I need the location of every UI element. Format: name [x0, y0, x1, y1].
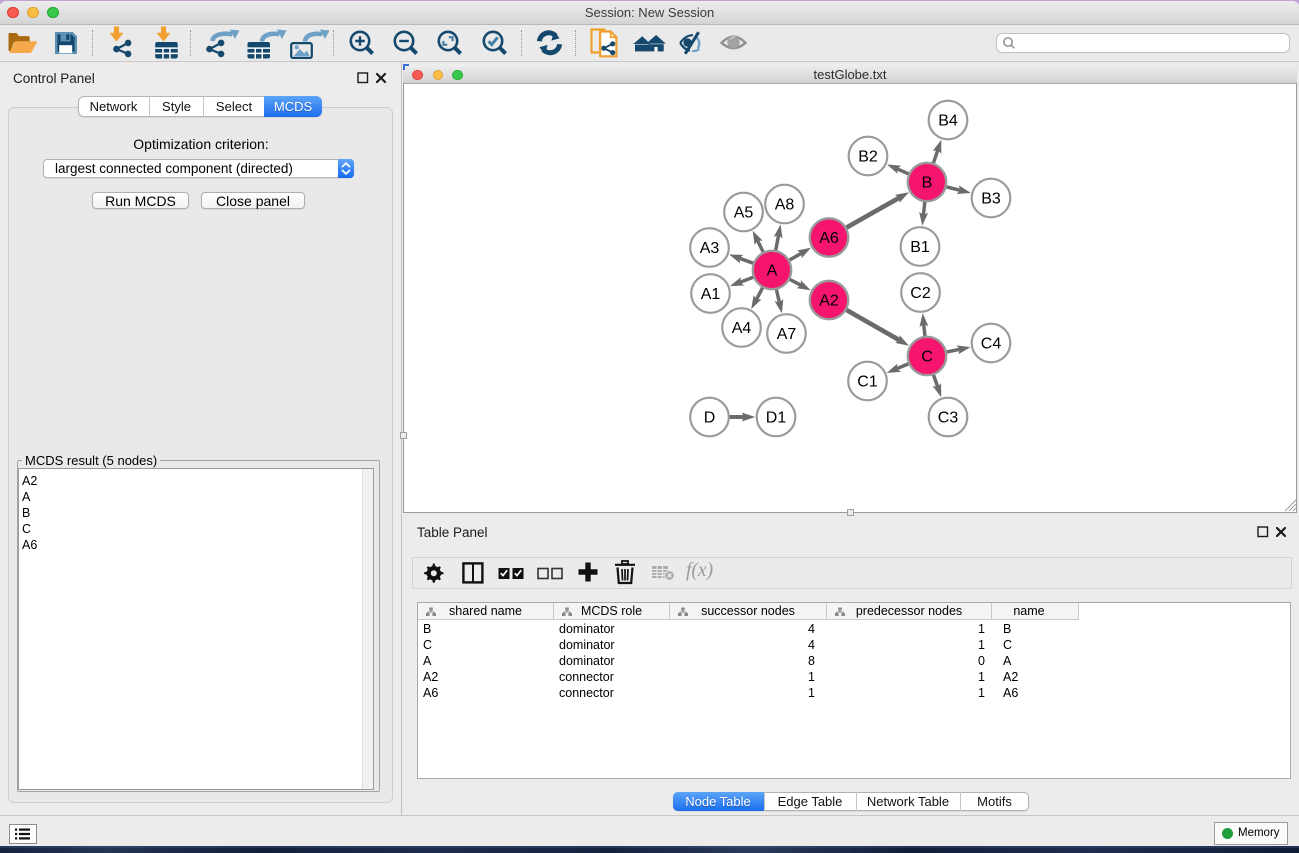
svg-text:A7: A7	[777, 326, 797, 343]
svg-text:C4: C4	[981, 336, 1002, 353]
svg-text:A2: A2	[819, 293, 839, 310]
svg-text:C: C	[921, 349, 933, 366]
svg-text:C1: C1	[857, 374, 878, 391]
svg-text:D1: D1	[766, 410, 787, 427]
svg-text:C3: C3	[938, 410, 959, 427]
svg-text:B4: B4	[938, 113, 958, 130]
svg-text:A8: A8	[775, 197, 795, 214]
svg-text:B1: B1	[910, 239, 930, 256]
svg-text:D: D	[704, 410, 716, 427]
svg-text:B2: B2	[858, 149, 878, 166]
svg-text:B: B	[922, 175, 933, 192]
svg-text:A3: A3	[700, 240, 720, 257]
svg-text:A6: A6	[819, 230, 839, 247]
svg-text:A: A	[767, 263, 778, 280]
svg-text:A4: A4	[732, 320, 752, 337]
svg-text:B3: B3	[981, 191, 1001, 208]
svg-text:C2: C2	[910, 285, 931, 302]
svg-text:A5: A5	[734, 205, 754, 222]
svg-text:A1: A1	[701, 286, 721, 303]
